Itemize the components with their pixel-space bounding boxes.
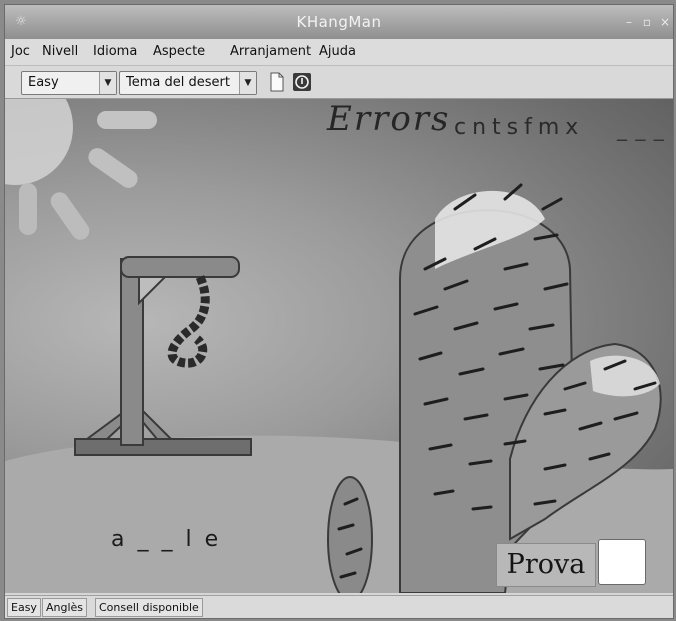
status-bar: Easy Anglès Consell disponible <box>5 595 673 618</box>
missed-letters: cntsfmx <box>454 115 585 140</box>
sun-ray <box>50 192 90 240</box>
sun-ray <box>19 183 37 235</box>
theme-select-value: Tema del desert <box>126 75 230 90</box>
game-area: Errors cntsfmx _ _ _ a _ _ l e Prova <box>5 99 673 593</box>
main-window: ☼ KHangMan – ▫ × Joc Nivell Idioma Aspec… <box>4 4 674 619</box>
close-icon[interactable]: × <box>657 14 673 30</box>
new-document-icon[interactable] <box>267 72 287 92</box>
menu-bar: Joc Nivell Idioma Aspecte Arranjament Aj… <box>5 39 673 66</box>
remaining-slots: _ _ _ <box>617 117 665 141</box>
rope-icon <box>167 275 210 368</box>
menu-joc[interactable]: Joc <box>11 44 30 59</box>
status-level: Easy <box>7 598 41 617</box>
menu-ajuda[interactable]: Ajuda <box>319 44 356 59</box>
desert-scene <box>5 99 673 593</box>
sun-ray <box>88 148 138 188</box>
level-select-value: Easy <box>28 75 59 90</box>
sun-ray <box>97 111 157 129</box>
chevron-down-icon: ▼ <box>99 72 116 94</box>
hidden-word: a _ _ l e <box>111 527 222 552</box>
menu-nivell[interactable]: Nivell <box>42 44 78 59</box>
errors-label: Errors <box>327 99 451 139</box>
menu-arranjament[interactable]: Arranjament <box>230 44 311 59</box>
menu-idioma[interactable]: Idioma <box>93 44 137 59</box>
chevron-down-icon: ▼ <box>239 72 256 94</box>
guess-button[interactable]: Prova <box>496 543 596 587</box>
window-title: KHangMan <box>296 13 382 31</box>
level-select[interactable]: Easy ▼ <box>21 71 117 95</box>
gallows-icon <box>74 256 252 456</box>
status-language: Anglès <box>42 598 88 617</box>
menu-aspecte[interactable]: Aspecte <box>153 44 205 59</box>
sun-icon <box>5 99 73 185</box>
status-hint: Consell disponible <box>95 598 203 617</box>
title-bar[interactable]: ☼ KHangMan – ▫ × <box>5 5 673 39</box>
toolbar: Easy ▼ Tema del desert ▼ <box>5 66 673 99</box>
maximize-icon[interactable]: ▫ <box>639 14 655 30</box>
minimize-icon[interactable]: – <box>621 14 637 30</box>
guess-input[interactable] <box>598 539 646 585</box>
theme-select[interactable]: Tema del desert ▼ <box>119 71 257 95</box>
hint-icon[interactable] <box>292 72 312 92</box>
